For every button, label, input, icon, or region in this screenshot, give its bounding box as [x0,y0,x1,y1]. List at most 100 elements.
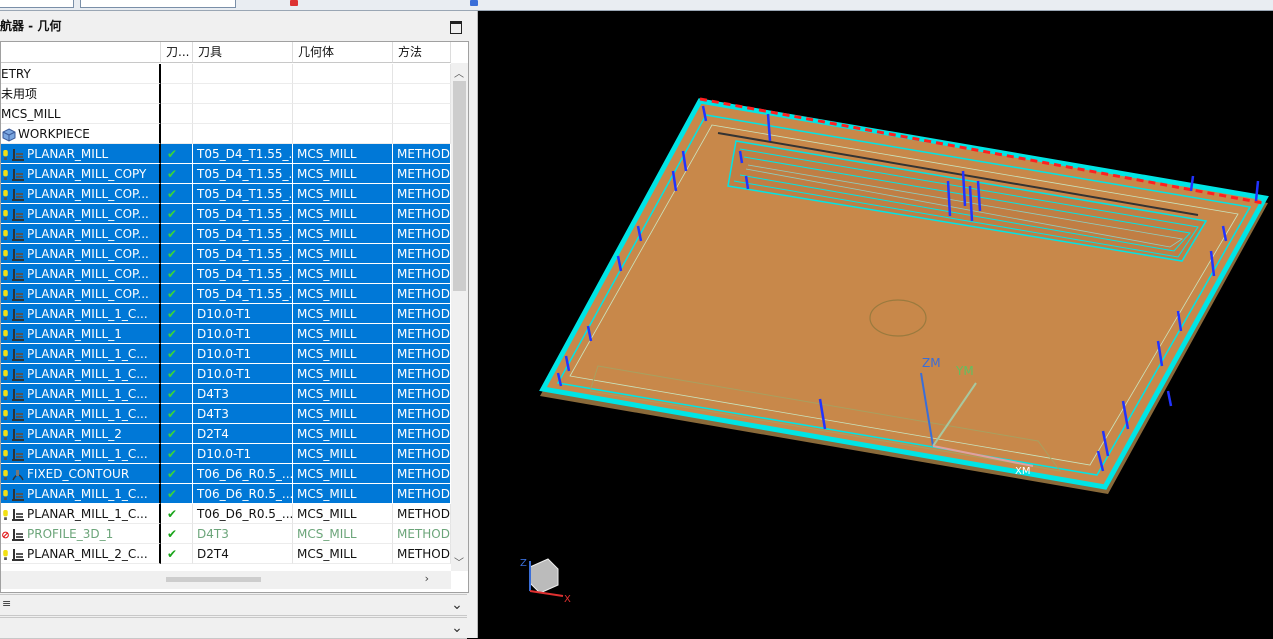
cell-tool[interactable]: D2T4 [193,424,293,444]
table-row[interactable]: ETRY [1,64,451,84]
cell-name[interactable]: PLANAR_MILL_COP... [1,224,161,244]
cell-name[interactable]: PLANAR_MILL_1_C... [1,304,161,324]
details-section[interactable]: ⌄ [0,617,467,639]
cell-tool[interactable]: D4T3 [193,404,293,424]
cell-tool[interactable]: T05_D4_T1.55_... [193,184,293,204]
cell-name[interactable]: PLANAR_MILL_1_C... [1,404,161,424]
cell-geometry[interactable] [293,124,393,144]
cell-geometry[interactable]: MCS_MILL [293,204,393,224]
cell-name[interactable]: ETRY [1,64,161,84]
scroll-up-icon[interactable]: ︿ [454,65,464,80]
cell-name[interactable]: PLANAR_MILL_1_C... [1,384,161,404]
cell-name[interactable]: PLANAR_MILL_COP... [1,204,161,224]
cell-geometry[interactable]: MCS_MILL [293,264,393,284]
column-header-tool[interactable]: 刀具 [193,42,293,63]
table-row[interactable]: PLANAR_MILL_1_C... ✔ D10.0-T1 MCS_MILL METHO… [1,444,451,464]
table-row[interactable]: PLANAR_MILL_COP... ✔ T05_D4_T1.55_... MCS_M… [1,204,451,224]
cell-tool[interactable]: T06_D6_R0.5_... [193,464,293,484]
cell-geometry[interactable]: MCS_MILL [293,364,393,384]
cell-geometry[interactable]: MCS_MILL [293,524,393,544]
cell-method[interactable]: METHOD [393,164,451,184]
cell-geometry[interactable]: MCS_MILL [293,164,393,184]
scroll-right-icon[interactable]: › [425,572,429,585]
column-header-method[interactable]: 方法 [393,42,451,63]
cell-tool[interactable]: T05_D4_T1.55_... [193,204,293,224]
cell-name[interactable]: PLANAR_MILL_1 [1,324,161,344]
cell-name[interactable]: PLANAR_MILL_COP... [1,184,161,204]
table-row[interactable]: PLANAR_MILL_COP... ✔ T05_D4_T1.55_... MCS_M… [1,284,451,304]
cell-method[interactable]: METHOD [393,204,451,224]
cell-name[interactable]: PLANAR_MILL_2 [1,424,161,444]
table-row[interactable]: PLANAR_MILL_1_C... ✔ D10.0-T1 MCS_MILL METHO… [1,364,451,384]
cell-method[interactable]: METHOD [393,264,451,284]
hscroll-thumb[interactable] [166,577,261,582]
dependencies-section[interactable]: ≡ ⌄ [0,594,467,616]
cell-name[interactable]: PROFILE_3D_1 [1,524,161,544]
cell-name[interactable]: MCS_MILL [1,104,161,124]
cell-method[interactable] [393,104,451,124]
cell-method[interactable]: METHOD [393,244,451,264]
cell-geometry[interactable] [293,64,393,84]
cell-method[interactable]: METHOD [393,524,451,544]
cell-geometry[interactable]: MCS_MILL [293,484,393,504]
cell-method[interactable]: METHOD [393,304,451,324]
cell-tool[interactable]: D4T3 [193,524,293,544]
cell-geometry[interactable]: MCS_MILL [293,544,393,564]
cell-name[interactable]: PLANAR_MILL_1_C... [1,484,161,504]
cell-tool[interactable]: T05_D4_T1.55_... [193,144,293,164]
cell-name[interactable]: 未用项 [1,84,161,104]
cell-geometry[interactable]: MCS_MILL [293,324,393,344]
cell-tool[interactable] [193,124,293,144]
toolbar-selection-filter[interactable] [80,0,236,8]
cell-tool[interactable] [193,64,293,84]
cell-tool[interactable]: T05_D4_T1.55_... [193,244,293,264]
table-row[interactable]: PLANAR_MILL_1_C... ✔ T06_D6_R0.5_... MCS_MI… [1,504,451,524]
cell-method[interactable]: METHOD [393,404,451,424]
cell-method[interactable]: METHOD [393,364,451,384]
table-row[interactable]: 未用项 [1,84,451,104]
cell-name[interactable]: PLANAR_MILL_COPY [1,164,161,184]
cell-method[interactable]: METHOD [393,544,451,564]
cell-method[interactable] [393,124,451,144]
cell-name[interactable]: PLANAR_MILL_1_C... [1,444,161,464]
cell-method[interactable]: METHOD [393,224,451,244]
operation-tree[interactable]: 刀... 刀具 几何体 方法 ETRY 未用项 MCS_MILL WORKPIECE P… [0,41,469,593]
cell-tool[interactable]: T05_D4_T1.55_... [193,284,293,304]
table-row[interactable]: PLANAR_MILL_2_C... ✔ D2T4 MCS_MILL METHOD [1,544,451,564]
cell-tool[interactable]: T05_D4_T1.55_... [193,224,293,244]
scroll-thumb[interactable] [453,81,466,291]
cell-name[interactable]: PLANAR_MILL_COP... [1,284,161,304]
graphics-viewport[interactable]: ZM YM XM Z X [478,11,1273,638]
cell-geometry[interactable]: MCS_MILL [293,304,393,324]
table-row[interactable]: PLANAR_MILL_COPY ✔ T05_D4_T1.55_... MCS_MIL… [1,164,451,184]
cell-name[interactable]: PLANAR_MILL [1,144,161,164]
cell-name[interactable]: WORKPIECE [1,124,161,144]
cell-method[interactable]: METHOD [393,384,451,404]
expand-chevron-icon[interactable]: ⌄ [447,618,467,638]
cell-tool[interactable]: D10.0-T1 [193,444,293,464]
table-row[interactable]: PLANAR_MILL_COP... ✔ T05_D4_T1.55_... MCS_M… [1,224,451,244]
table-row[interactable]: WORKPIECE [1,124,451,144]
cell-geometry[interactable]: MCS_MILL [293,384,393,404]
cell-method[interactable]: METHOD [393,504,451,524]
table-row[interactable]: PROFILE_3D_1 ✔ D4T3 MCS_MILL METHOD [1,524,451,544]
cell-geometry[interactable]: MCS_MILL [293,404,393,424]
cell-method[interactable]: METHOD [393,324,451,344]
cell-geometry[interactable] [293,84,393,104]
cell-name[interactable]: PLANAR_MILL_COP... [1,244,161,264]
cell-geometry[interactable]: MCS_MILL [293,464,393,484]
cell-method[interactable]: METHOD [393,444,451,464]
cell-name[interactable]: PLANAR_MILL_1_C... [1,364,161,384]
cell-tool[interactable]: T06_D6_R0.5_... [193,504,293,524]
cell-method[interactable] [393,84,451,104]
cell-method[interactable] [393,64,451,84]
cell-tool[interactable]: T05_D4_T1.55_... [193,164,293,184]
maximize-icon[interactable] [450,21,462,34]
cell-name[interactable]: PLANAR_MILL_1_C... [1,504,161,524]
cell-tool[interactable]: D10.0-T1 [193,324,293,344]
cell-tool[interactable]: D4T3 [193,384,293,404]
cell-tool[interactable]: D10.0-T1 [193,304,293,324]
cell-geometry[interactable]: MCS_MILL [293,424,393,444]
cell-tool[interactable]: D2T4 [193,544,293,564]
cell-geometry[interactable]: MCS_MILL [293,244,393,264]
